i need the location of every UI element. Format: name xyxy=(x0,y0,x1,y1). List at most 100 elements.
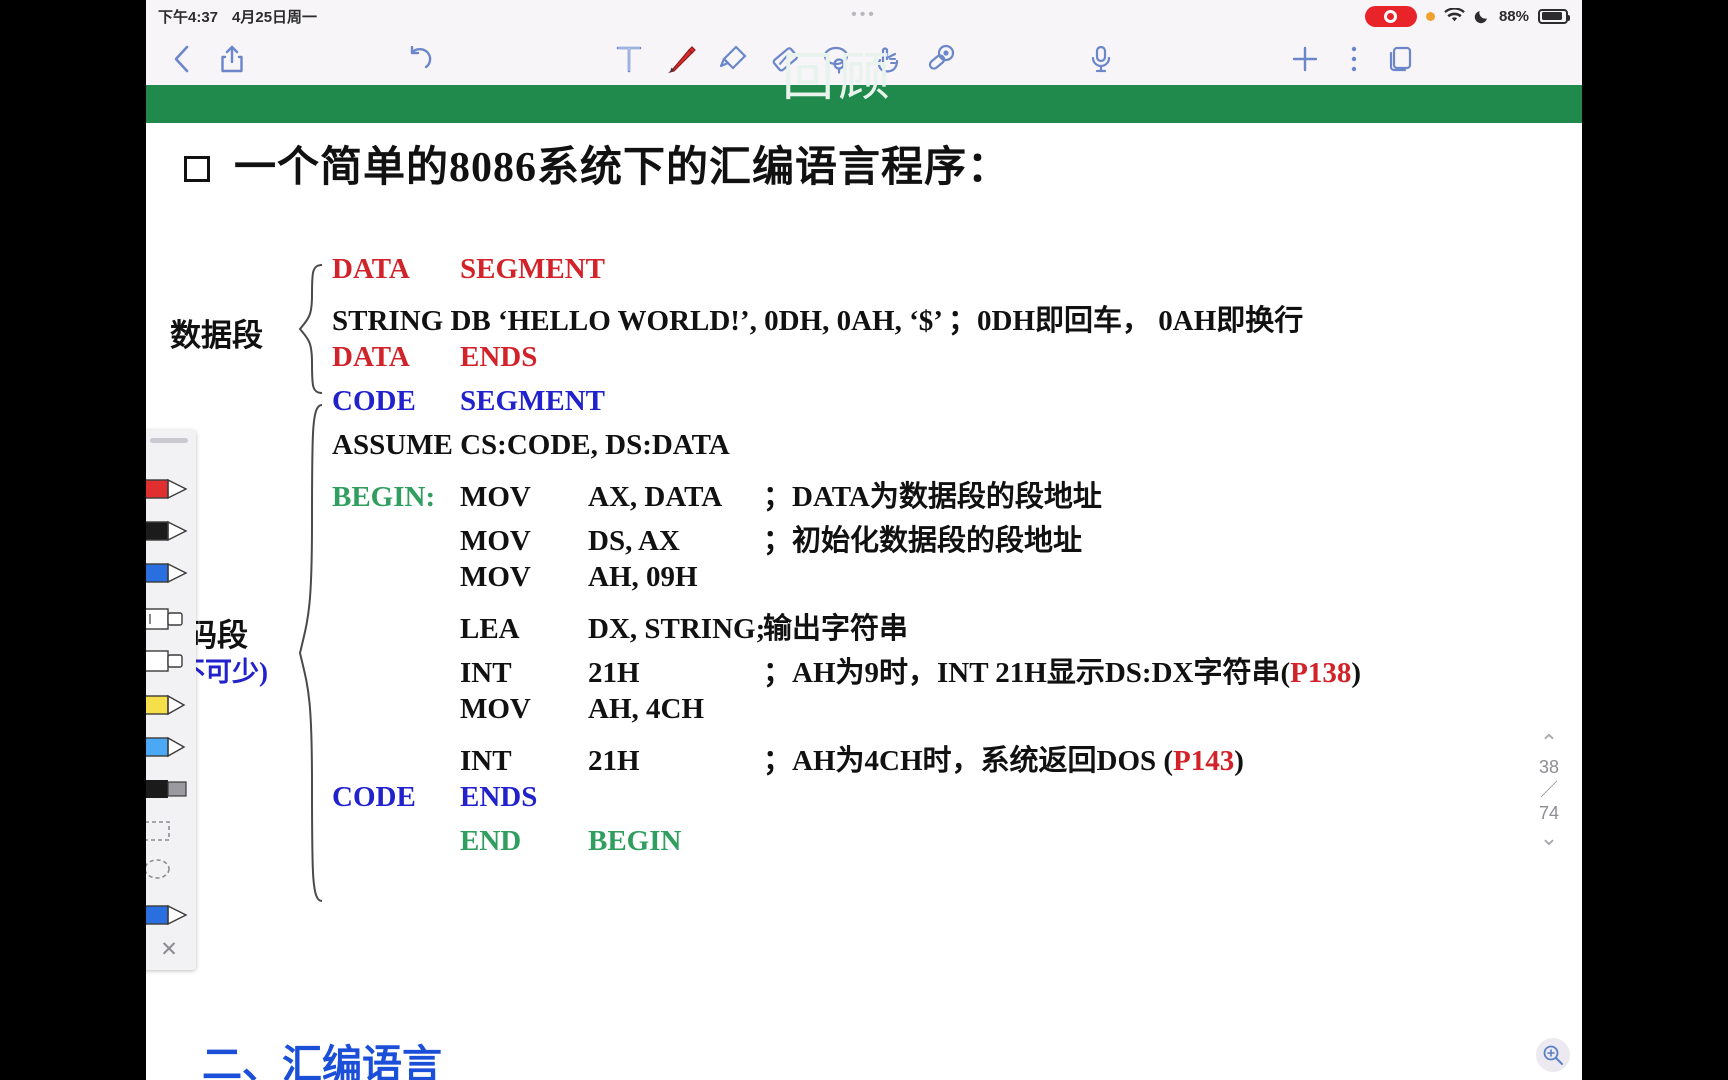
shape-ellipse[interactable] xyxy=(146,854,196,892)
code-comment: ；初始化数据段的段地址 xyxy=(763,525,1083,557)
status-time: 下午4:37 xyxy=(158,8,219,26)
code-op: MOV xyxy=(460,693,531,725)
status-bar-left: 下午4:37 4月25日周一 xyxy=(158,0,317,32)
code-arg: DX, STRING; xyxy=(588,613,766,645)
code-line-8: MOV AH, 09H xyxy=(332,561,1361,605)
code-line-10: INT 21H ；AH为9时，INT 21H显示DS:DX字符串(P138) xyxy=(332,649,1361,693)
battery-icon xyxy=(1538,8,1570,24)
code-arg: AH, 09H xyxy=(588,561,698,593)
code-arg: DS, AX xyxy=(588,525,680,557)
pen-tray-panel[interactable]: ✕ xyxy=(146,430,196,970)
marker-grey[interactable] xyxy=(146,602,196,640)
code-op: MOV xyxy=(460,561,531,593)
code-op: MOV xyxy=(460,481,531,513)
code-op: INT xyxy=(460,657,512,689)
slide-canvas[interactable]: 回顾 一个简单的8086系统下的汇编语言程序： 数据段 码段 不可少) DATA… xyxy=(146,50,1582,1080)
code-tail: ) xyxy=(1234,745,1244,777)
text-tool[interactable] xyxy=(606,32,652,85)
shape-rect[interactable] xyxy=(146,816,196,854)
code-arg: BEGIN xyxy=(588,825,682,857)
code-line-1: DATA SEGMENT xyxy=(332,253,1361,297)
code-op: CODE xyxy=(332,385,416,417)
code-line-6: BEGIN: MOV AX, DATA ；DATA为数据段的段地址 xyxy=(332,473,1361,517)
code-block: DATA SEGMENT STRING DB ‘HELLO WORLD!’, 0D… xyxy=(332,253,1361,869)
code-line-2: STRING DB ‘HELLO WORLD!’, 0DH, 0AH, ‘$’ … xyxy=(332,297,1361,341)
screen-root: 下午4:37 4月25日周一 ••• 88% 回顾 一个简单的8086系统下的汇… xyxy=(0,0,1728,1080)
highlighter-grey[interactable] xyxy=(146,772,196,810)
highlighter-blue[interactable] xyxy=(146,730,196,768)
code-comment: 输出字符串 xyxy=(763,613,909,645)
record-pill-icon[interactable] xyxy=(1364,5,1417,27)
add-button[interactable] xyxy=(1282,32,1328,85)
page-current: 38 xyxy=(1538,757,1560,777)
code-page-ref: P138 xyxy=(1290,657,1352,689)
page-total: 74 xyxy=(1538,803,1560,823)
status-bar-right: 88% xyxy=(1364,0,1570,32)
code-arg: SEGMENT xyxy=(460,385,606,417)
tablet-viewport: 下午4:37 4月25日周一 ••• 88% 回顾 一个简单的8086系统下的汇… xyxy=(146,0,1582,1080)
zoom-in-icon[interactable] xyxy=(1536,1038,1570,1072)
code-op: MOV xyxy=(460,525,531,557)
code-op: DATA xyxy=(332,341,410,373)
share-button[interactable] xyxy=(208,32,256,85)
code-op: END xyxy=(460,825,522,857)
code-tail: ) xyxy=(1351,657,1362,689)
status-center-dots: ••• xyxy=(851,6,877,23)
code-op: DATA xyxy=(332,253,410,285)
pen-tool[interactable] xyxy=(658,32,704,85)
marker-light[interactable] xyxy=(146,644,196,682)
code-line-9: LEA DX, STRING;输出字符串 xyxy=(332,605,1361,649)
code-arg: ENDS xyxy=(460,781,538,813)
code-text: STRING DB ‘HELLO WORLD!’, 0DH, 0AH, ‘$’ … xyxy=(332,305,1304,337)
back-button[interactable] xyxy=(158,32,206,85)
pen-tray-close-button[interactable]: ✕ xyxy=(146,934,196,964)
laser-tool[interactable] xyxy=(918,32,964,85)
code-line-12: INT 21H ；AH为4CH时，系统返回DOS (P143) xyxy=(332,737,1361,781)
pages-button[interactable] xyxy=(1378,32,1424,85)
code-line-5: ASSUME CS:CODE, DS:DATA xyxy=(332,429,1361,473)
orange-dot-icon xyxy=(1425,11,1435,21)
page-up-button[interactable]: ⌃ xyxy=(1526,730,1572,756)
code-line-7: MOV DS, AX ；初始化数据段的段地址 xyxy=(332,517,1361,561)
code-arg: 21H xyxy=(588,745,640,777)
more-button[interactable] xyxy=(1334,32,1374,85)
code-line-13: CODE ENDS xyxy=(332,781,1361,825)
page-navigator: ⌃ 38 ／ 74 ⌄ xyxy=(1526,730,1572,851)
slide-banner-title: 回顾 xyxy=(782,50,895,107)
code-comment: ；AH为9时，INT 21H显示DS:DX字符串( xyxy=(763,657,1291,689)
code-line-3: DATA ENDS xyxy=(332,341,1361,385)
highlighter-tool[interactable] xyxy=(710,32,756,85)
pen-black[interactable] xyxy=(146,514,196,552)
page-title: 一个简单的8086系统下的汇编语言程序： xyxy=(234,145,1011,191)
pen-blue[interactable] xyxy=(146,556,196,594)
slide-heading-row: 一个简单的8086系统下的汇编语言程序： xyxy=(184,133,1010,194)
page-divider: ／ xyxy=(1540,780,1558,800)
code-page-ref: P143 xyxy=(1173,745,1235,777)
code-text: ASSUME CS:CODE, DS:DATA xyxy=(332,429,730,461)
code-arg: ENDS xyxy=(460,341,538,373)
code-label: BEGIN: xyxy=(332,481,436,513)
code-comment: ；AH为4CH时，系统返回DOS ( xyxy=(763,745,1174,777)
pen-tray-handle[interactable] xyxy=(150,438,188,443)
page-down-button[interactable]: ⌄ xyxy=(1526,825,1572,851)
mic-button[interactable] xyxy=(1078,32,1124,85)
code-arg: AH, 4CH xyxy=(588,693,704,725)
next-section-heading: 二、汇编语言 xyxy=(202,1042,442,1080)
wifi-icon xyxy=(1444,8,1465,22)
highlighter-yellow[interactable] xyxy=(146,688,196,726)
undo-button[interactable] xyxy=(396,32,444,85)
code-op: LEA xyxy=(460,613,520,645)
battery-percent: 88% xyxy=(1498,7,1529,25)
code-arg: AX, DATA xyxy=(588,481,723,513)
code-comment: ；DATA为数据段的段地址 xyxy=(763,481,1102,513)
code-arg: SEGMENT xyxy=(460,253,606,285)
code-line-14: END BEGIN xyxy=(332,825,1361,869)
pen-red[interactable] xyxy=(146,472,196,510)
data-segment-brace xyxy=(298,264,323,394)
pen-blue-2[interactable] xyxy=(146,898,196,936)
code-op: INT xyxy=(460,745,512,777)
label-data-segment: 数据段 xyxy=(170,318,263,353)
code-line-4: CODE SEGMENT xyxy=(332,385,1361,429)
code-line-11: MOV AH, 4CH xyxy=(332,693,1361,737)
status-date: 4月25日周一 xyxy=(232,8,318,26)
